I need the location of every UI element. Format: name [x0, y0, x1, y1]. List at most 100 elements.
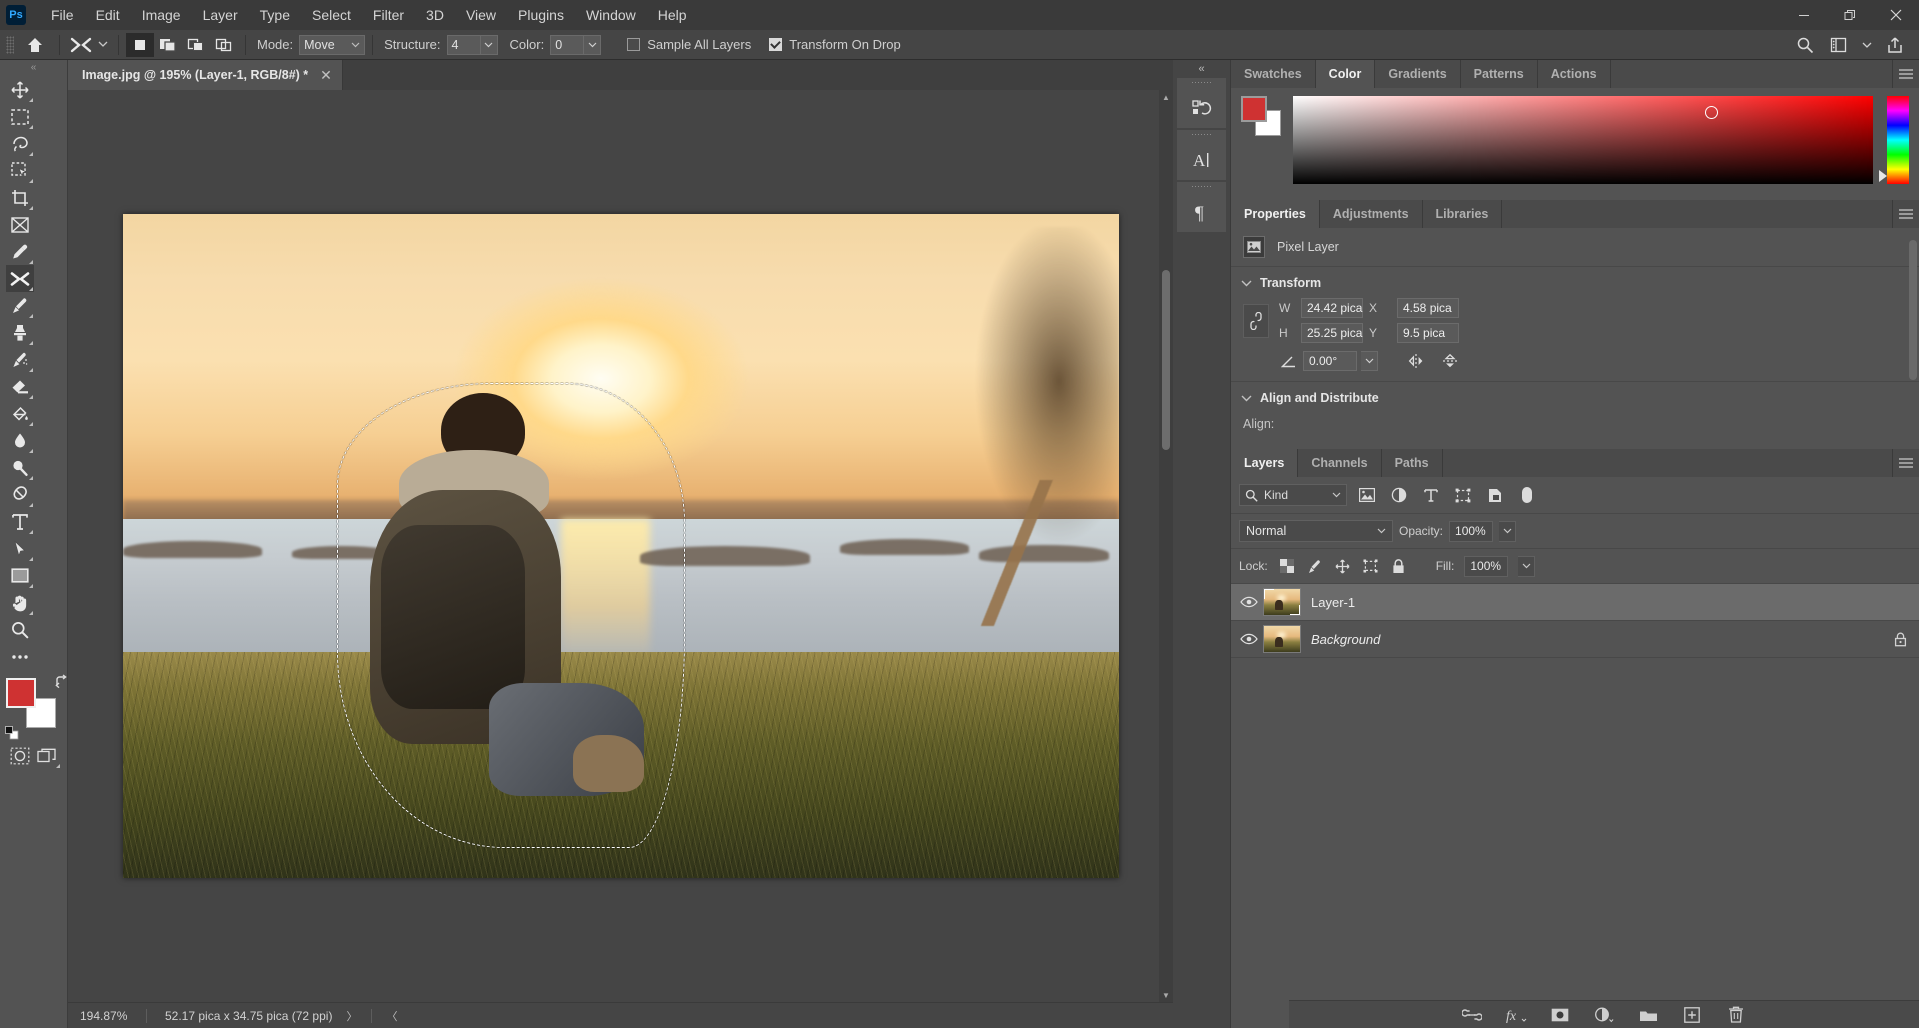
- menu-help[interactable]: Help: [647, 3, 698, 27]
- lock-all-icon[interactable]: [1390, 555, 1408, 577]
- chevron-left-icon[interactable]: 〈: [386, 1008, 397, 1024]
- history-panel-button[interactable]: [1177, 78, 1226, 128]
- fill-input[interactable]: 100%: [1464, 555, 1509, 577]
- share-icon[interactable]: [1881, 33, 1909, 57]
- horizontal-type-tool[interactable]: [6, 508, 34, 535]
- quick-mask-icon[interactable]: [6, 742, 34, 769]
- new-selection-button[interactable]: [126, 32, 154, 57]
- add-to-selection-button[interactable]: [154, 33, 182, 57]
- intersect-selection-button[interactable]: [210, 33, 238, 57]
- transform-section-header[interactable]: Transform: [1231, 267, 1919, 296]
- align-section-header[interactable]: Align and Distribute: [1231, 382, 1919, 411]
- delete-layer-icon[interactable]: [1725, 1005, 1747, 1025]
- foreground-color-swatch[interactable]: [6, 678, 36, 708]
- layer-visibility-icon[interactable]: [1235, 633, 1263, 645]
- menu-image[interactable]: Image: [131, 3, 192, 27]
- menu-layer[interactable]: Layer: [192, 3, 249, 27]
- eyedropper-tool[interactable]: [6, 238, 34, 265]
- lock-artboard-icon[interactable]: [1362, 555, 1380, 577]
- tab-patterns[interactable]: Patterns: [1460, 60, 1538, 88]
- menu-3d[interactable]: 3D: [415, 3, 455, 27]
- smart-object-filter-icon[interactable]: [1483, 484, 1507, 506]
- menu-type[interactable]: Type: [249, 3, 301, 27]
- filter-toggle-icon[interactable]: [1515, 484, 1539, 506]
- x-input[interactable]: 4.58 pica: [1397, 298, 1459, 318]
- color-input[interactable]: 0: [550, 34, 585, 55]
- rectangle-tool[interactable]: [6, 562, 34, 589]
- menu-window[interactable]: Window: [575, 3, 647, 27]
- layer-name[interactable]: Layer-1: [1311, 595, 1355, 610]
- hue-slider[interactable]: [1879, 96, 1909, 184]
- menu-file[interactable]: File: [40, 3, 85, 27]
- tab-properties[interactable]: Properties: [1231, 200, 1320, 228]
- angle-stepper-icon[interactable]: [1361, 351, 1378, 371]
- tab-color[interactable]: Color: [1315, 60, 1376, 88]
- canvas-vertical-scrollbar[interactable]: ▲ ▼: [1159, 90, 1173, 1002]
- panel-menu-icon[interactable]: [1893, 449, 1919, 477]
- scroll-up-icon[interactable]: ▲: [1159, 90, 1173, 104]
- tool-preset-chevron-icon[interactable]: [95, 33, 111, 57]
- brush-tool[interactable]: [6, 292, 34, 319]
- character-panel-button[interactable]: A: [1177, 130, 1226, 180]
- sample-all-layers-checkbox[interactable]: Sample All Layers: [627, 37, 751, 52]
- table-row[interactable]: Background: [1231, 621, 1919, 658]
- search-icon[interactable]: [1791, 33, 1819, 57]
- hand-tool[interactable]: [6, 589, 34, 616]
- subtract-from-selection-button[interactable]: [182, 33, 210, 57]
- lasso-tool[interactable]: [6, 130, 34, 157]
- menu-filter[interactable]: Filter: [362, 3, 415, 27]
- adjustment-filter-icon[interactable]: [1387, 484, 1411, 506]
- structure-input[interactable]: 4: [446, 34, 481, 55]
- chevron-right-icon[interactable]: 〉: [346, 1008, 357, 1024]
- add-layer-mask-icon[interactable]: [1549, 1005, 1571, 1025]
- new-layer-icon[interactable]: [1681, 1005, 1703, 1025]
- eraser-tool[interactable]: [6, 373, 34, 400]
- chevron-down-icon[interactable]: [1859, 33, 1875, 57]
- workspace-icon[interactable]: [1825, 33, 1853, 57]
- lock-position-icon[interactable]: [1334, 555, 1352, 577]
- width-input[interactable]: 24.42 pica: [1301, 298, 1363, 318]
- scroll-down-icon[interactable]: ▼: [1159, 988, 1173, 1002]
- menu-view[interactable]: View: [455, 3, 507, 27]
- mode-select[interactable]: Move: [299, 34, 366, 55]
- collapse-panels-icon[interactable]: «: [1173, 60, 1230, 78]
- angle-input[interactable]: 0.00°: [1303, 351, 1357, 371]
- zoom-tool[interactable]: [6, 616, 34, 643]
- clone-stamp-tool[interactable]: [6, 319, 34, 346]
- screen-mode-icon[interactable]: [34, 742, 62, 769]
- layer-visibility-icon[interactable]: [1235, 596, 1263, 608]
- tab-swatches[interactable]: Swatches: [1231, 60, 1316, 88]
- opacity-stepper-icon[interactable]: [1499, 520, 1517, 542]
- path-selection-tool[interactable]: [6, 535, 34, 562]
- shape-filter-icon[interactable]: [1451, 484, 1475, 506]
- menu-select[interactable]: Select: [301, 3, 362, 27]
- document-tab[interactable]: Image.jpg @ 195% (Layer-1, RGB/8#) * ✕: [68, 60, 343, 90]
- panel-menu-icon[interactable]: [1893, 60, 1919, 88]
- content-aware-move-tool[interactable]: [6, 265, 34, 292]
- options-bar-grip[interactable]: [6, 35, 14, 54]
- transform-on-drop-checkbox[interactable]: Transform On Drop: [769, 37, 901, 52]
- tab-actions[interactable]: Actions: [1537, 60, 1611, 88]
- type-filter-icon[interactable]: [1419, 484, 1443, 506]
- default-colors-icon[interactable]: [5, 726, 19, 740]
- layer-name[interactable]: Background: [1311, 632, 1380, 647]
- color-panel-foreground-swatch[interactable]: [1241, 96, 1267, 122]
- swap-colors-icon[interactable]: [54, 674, 68, 688]
- blur-tool[interactable]: [6, 427, 34, 454]
- menu-edit[interactable]: Edit: [85, 3, 131, 27]
- new-group-icon[interactable]: [1637, 1005, 1659, 1025]
- tab-gradients[interactable]: Gradients: [1375, 60, 1461, 88]
- home-icon[interactable]: [18, 33, 52, 57]
- layer-style-fx-icon[interactable]: fx: [1505, 1005, 1527, 1025]
- flip-vertical-icon[interactable]: [1440, 351, 1460, 371]
- layer-thumbnail[interactable]: [1263, 588, 1301, 616]
- lock-image-pixels-icon[interactable]: [1306, 555, 1324, 577]
- tab-paths[interactable]: Paths: [1381, 449, 1443, 477]
- color-picker-field[interactable]: [1293, 96, 1873, 184]
- tab-libraries[interactable]: Libraries: [1422, 200, 1503, 228]
- canvas-viewport[interactable]: [68, 90, 1173, 1002]
- zoom-level[interactable]: 194.87%: [68, 1009, 146, 1023]
- opacity-input[interactable]: 100%: [1449, 520, 1494, 542]
- rectangular-marquee-tool[interactable]: [6, 103, 34, 130]
- tab-layers[interactable]: Layers: [1231, 449, 1299, 477]
